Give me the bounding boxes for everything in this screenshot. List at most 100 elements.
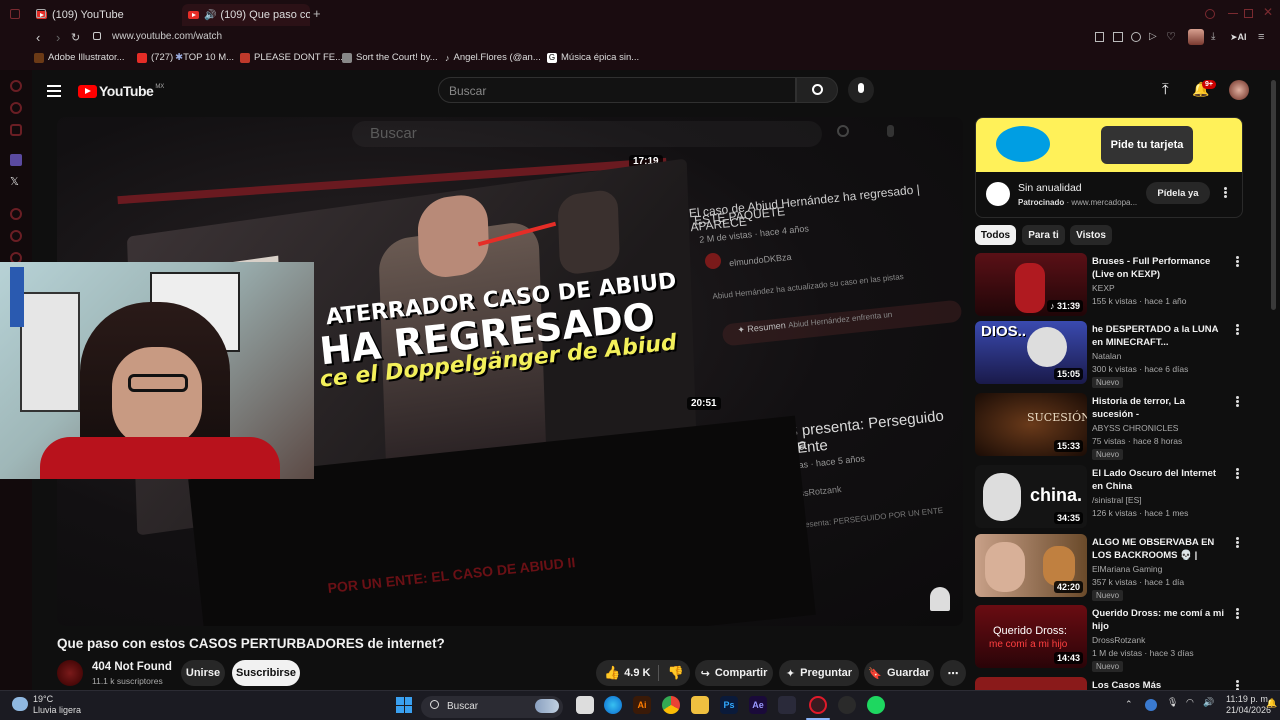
page-scrollbar[interactable] [1271, 80, 1276, 310]
heart-icon[interactable]: ♡ [1166, 30, 1176, 43]
menu-icon[interactable] [10, 9, 20, 19]
video-title[interactable]: Los Casos Más Perturbadores [1092, 679, 1227, 690]
recommended-video[interactable]: Querido Dross: me comí a mi hijo 14:43 Q… [975, 605, 1265, 672]
download-icon[interactable]: ⤓ [1211, 31, 1215, 42]
ai-button[interactable]: ➤AI [1230, 32, 1247, 43]
clock-time[interactable]: 11:19 p. m. [1226, 694, 1270, 704]
ad-banner[interactable]: Pide tu tarjeta [976, 118, 1242, 172]
wifi-icon[interactable]: ◠ [1186, 697, 1194, 708]
voice-search-button[interactable] [848, 77, 874, 103]
account-avatar[interactable] [1229, 80, 1249, 100]
volume-icon[interactable]: 🔊 [1203, 697, 1214, 708]
snapshot-icon[interactable] [1113, 32, 1123, 42]
recommended-video[interactable]: ♪ 31:39 Bruses - Full Performance (Live … [975, 253, 1265, 317]
search-input[interactable]: Buscar [438, 77, 796, 103]
video-title[interactable]: he DESPERTADO a la LUNA en MINECRAFT... [1092, 323, 1227, 349]
recommended-video[interactable]: 42:20 ALGO ME OBSERVABA EN LOS BACKROOMS… [975, 534, 1265, 601]
video-title[interactable]: Bruses - Full Performance (Live on KEXP) [1092, 255, 1227, 281]
create-upload-icon[interactable]: ⤒ [1162, 81, 1169, 98]
play-icon[interactable]: ▷ [1149, 31, 1157, 42]
join-button[interactable]: Unirse [181, 660, 225, 686]
profile-avatar[interactable] [1188, 29, 1204, 45]
microphone-icon[interactable]: 🎙 [1167, 697, 1178, 708]
video-title[interactable]: ALGO ME OBSERVABA EN LOS BACKROOMS 💀 | S… [1092, 536, 1227, 562]
menu-lines-icon[interactable]: ≡ [1258, 31, 1264, 43]
reload-icon[interactable]: ↻ [71, 31, 80, 44]
more-options-icon[interactable] [1234, 467, 1240, 481]
recommended-video[interactable]: Los Casos Más Perturbadores [975, 677, 1265, 690]
tab-view-icon[interactable] [36, 9, 46, 18]
video-thumbnail[interactable]: Querido Dross: me comí a mi hijo 14:43 [975, 605, 1087, 668]
chip-watched[interactable]: Vistos [1070, 225, 1112, 245]
video-thumbnail[interactable]: DIOS.. 15:05 [975, 321, 1087, 384]
like-count[interactable]: 4.9 K [624, 667, 650, 679]
tray-overflow-icon[interactable]: ⌃ [1125, 699, 1133, 710]
bookmark-item[interactable]: G Música épica sin... [547, 52, 639, 63]
bookmark-item[interactable]: PLEASE DONT FE... [240, 52, 343, 63]
weather-temp[interactable]: 19°C [33, 694, 53, 704]
save-button[interactable]: 🔖 Guardar [864, 660, 934, 686]
app-icon[interactable] [778, 696, 796, 714]
chip-for-you[interactable]: Para ti [1022, 225, 1065, 245]
more-options-icon[interactable] [1234, 679, 1240, 690]
more-options-icon[interactable] [1234, 323, 1240, 337]
thumbs-down-icon[interactable]: 👎 [667, 665, 683, 681]
maximize-icon[interactable] [1244, 9, 1253, 18]
edge-icon[interactable] [604, 696, 622, 714]
video-thumbnail[interactable]: 42:20 [975, 534, 1087, 597]
ask-button[interactable]: ✦ Preguntar [779, 660, 859, 686]
illustrator-icon[interactable]: Ai [633, 696, 651, 714]
steam-icon[interactable] [838, 696, 856, 714]
video-title[interactable]: El Lado Oscuro del Internet en China [1092, 467, 1227, 493]
new-tab-button[interactable]: + [313, 7, 321, 20]
file-explorer-icon[interactable] [691, 696, 709, 714]
youtube-logo[interactable]: YouTube MX [78, 83, 164, 99]
opera-gx-icon[interactable] [809, 696, 827, 714]
music-icon[interactable] [10, 208, 22, 220]
weather-desc[interactable]: Lluvia ligera [33, 705, 81, 715]
bookmark-item[interactable]: ♪ Angel.Flores (@an... [445, 52, 541, 63]
chrome-icon[interactable] [662, 696, 680, 714]
channel-name[interactable]: KEXP [1092, 283, 1115, 293]
network-icon[interactable] [1145, 699, 1157, 711]
channel-name[interactable]: /sinistral [ES] [1092, 495, 1142, 505]
ad-menu-icon[interactable] [1222, 186, 1228, 200]
x-icon[interactable]: 𝕏 [10, 175, 19, 188]
adblock-icon[interactable] [1131, 32, 1141, 42]
chip-all[interactable]: Todos [975, 225, 1016, 245]
recommended-video[interactable]: china. 34:35 El Lado Oscuro del Internet… [975, 465, 1265, 529]
clock-date[interactable]: 21/04/2026 [1226, 705, 1271, 715]
back-icon[interactable]: ‹ [36, 30, 40, 45]
minimize-icon[interactable] [1228, 13, 1238, 14]
windows-start-icon[interactable] [396, 697, 412, 713]
messenger-icon[interactable] [10, 80, 22, 92]
share-button[interactable]: ↪ Compartir [695, 660, 773, 686]
video-title[interactable]: Querido Dross: me comí a mi hijo [1092, 607, 1227, 633]
channel-name[interactable]: ElMariana Gaming [1092, 564, 1162, 574]
bookmark-item[interactable]: Adobe Illustrator... [34, 52, 125, 63]
ad-banner-cta[interactable]: Pide tu tarjeta [1101, 126, 1193, 164]
channel-name[interactable]: DrossRotzank [1092, 635, 1145, 645]
more-options-icon[interactable] [1234, 255, 1240, 269]
recommended-video[interactable]: SUCESIÓN 15:33 Historia de terror, La su… [975, 393, 1265, 460]
more-options-icon[interactable] [1234, 395, 1240, 409]
notifications-icon[interactable]: 🔔 [1266, 698, 1277, 709]
instagram-icon[interactable] [10, 124, 22, 136]
video-title[interactable]: Historia de terror, La sucesión - (Terro… [1092, 395, 1227, 421]
close-window-icon[interactable]: ✕ [1263, 5, 1273, 19]
task-view-icon[interactable] [576, 696, 594, 714]
history-icon[interactable] [10, 230, 22, 242]
search-button[interactable] [796, 77, 838, 103]
bookmark-icon[interactable] [1095, 32, 1104, 42]
tab-current-video[interactable]: 🔊 (109) Que paso con est [182, 4, 310, 26]
whatsapp-icon[interactable] [10, 102, 22, 114]
hamburger-menu-icon[interactable] [47, 82, 61, 100]
video-thumbnail[interactable] [975, 677, 1087, 690]
search-tabs-icon[interactable] [1205, 9, 1215, 19]
forward-icon[interactable]: › [56, 30, 60, 45]
spotify-icon[interactable] [867, 696, 885, 714]
after-effects-icon[interactable]: Ae [749, 696, 767, 714]
video-thumbnail[interactable]: china. 34:35 [975, 465, 1087, 528]
bookmark-item[interactable]: (727) ✱ TOP 10 M... [137, 52, 234, 63]
teams-icon[interactable] [10, 154, 22, 166]
